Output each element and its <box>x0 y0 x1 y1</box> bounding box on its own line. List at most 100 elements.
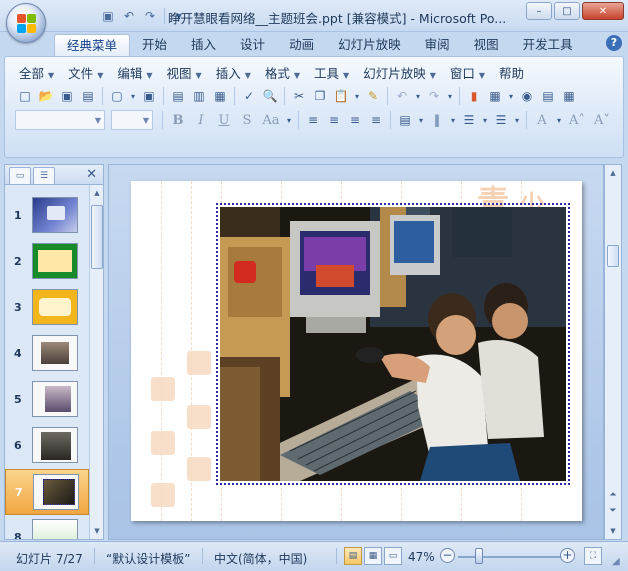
open-icon[interactable]: 📂 <box>36 86 56 106</box>
chevron-down-icon[interactable]: ▾ <box>284 110 294 130</box>
menu-insert[interactable]: 插入 ▼ <box>212 63 261 82</box>
slide-thumbnail-7[interactable]: 7 <box>5 469 89 515</box>
align-right-icon[interactable]: ≡ <box>345 110 365 130</box>
tab-developer[interactable]: 开发工具 <box>511 34 585 56</box>
redo-icon[interactable]: ↷ <box>424 86 444 106</box>
tab-home[interactable]: 开始 <box>130 34 179 56</box>
print-icon[interactable]: ▤ <box>168 86 188 106</box>
menu-tools[interactable]: 工具 ▼ <box>310 63 359 82</box>
tab-outline[interactable]: ☰ <box>33 167 55 184</box>
scroll-down-icon[interactable]: ▼ <box>91 525 103 537</box>
menu-edit[interactable]: 编辑 ▼ <box>113 63 162 82</box>
chevron-down-icon[interactable]: ▾ <box>445 86 455 106</box>
tab-classic-menu[interactable]: 经典菜单 <box>54 34 131 56</box>
email-icon[interactable]: ▢ <box>107 86 127 106</box>
bold-button[interactable]: B <box>167 110 189 130</box>
next-slide-icon[interactable]: ⏷ <box>607 505 619 517</box>
help-icon[interactable]: ? <box>606 35 622 51</box>
scrollbar-thumb[interactable] <box>91 205 103 269</box>
slide-thumbnail-1[interactable]: 1 <box>5 193 89 239</box>
tab-insert[interactable]: 插入 <box>179 34 228 56</box>
chevron-down-icon[interactable]: ▾ <box>512 110 522 130</box>
save-icon[interactable]: ▣ <box>57 86 77 106</box>
zoom-out-icon[interactable]: − <box>440 548 455 563</box>
tab-slides[interactable]: ▭ <box>9 167 31 184</box>
menu-format[interactable]: 格式 ▼ <box>261 63 310 82</box>
zoom-slider-thumb[interactable] <box>475 548 484 564</box>
slide-thumbnail-5[interactable]: 5 <box>5 377 89 423</box>
menu-view[interactable]: 视图 ▼ <box>163 63 212 82</box>
columns-icon[interactable]: ‖ <box>427 110 447 130</box>
shrink-font-button[interactable]: A˅ <box>590 110 614 130</box>
print-preview-icon[interactable]: ▥ <box>189 86 209 106</box>
slide-thumbnail-8[interactable]: 8 <box>5 515 89 539</box>
align-center-icon[interactable]: ≡ <box>324 110 344 130</box>
previous-slide-icon[interactable]: ⏶ <box>607 489 619 501</box>
bullets-icon[interactable]: ☰ <box>491 110 511 130</box>
new-icon[interactable]: □ <box>15 86 35 106</box>
chevron-down-icon[interactable]: ▾ <box>480 110 490 130</box>
zoom-slider-track[interactable] <box>458 556 562 558</box>
permission-icon[interactable]: ▤ <box>78 86 98 106</box>
format-painter-icon[interactable]: ✎ <box>363 86 383 106</box>
normal-view-icon[interactable]: ▤ <box>344 547 362 565</box>
chevron-down-icon[interactable]: ▾ <box>352 86 362 106</box>
zoom-level[interactable]: 47% <box>408 550 435 564</box>
cut-icon[interactable]: ✂ <box>289 86 309 106</box>
justify-icon[interactable]: ≡ <box>366 110 386 130</box>
scroll-up-icon[interactable]: ▲ <box>91 187 103 199</box>
italic-button[interactable]: I <box>190 110 212 130</box>
chevron-down-icon[interactable]: ▾ <box>128 86 138 106</box>
publish-icon[interactable]: ▣ <box>139 86 159 106</box>
table-icon[interactable]: ▦ <box>485 86 505 106</box>
menu-slideshow[interactable]: 幻灯片放映 ▼ <box>359 63 446 82</box>
slide-layout-icon[interactable]: ▤ <box>538 86 558 106</box>
chevron-down-icon[interactable]: ▾ <box>554 110 564 130</box>
language-indicator[interactable]: 中文(简体，中国) <box>214 550 307 567</box>
chevron-down-icon[interactable]: ▾ <box>506 86 516 106</box>
menu-window[interactable]: 窗口 ▼ <box>446 63 495 82</box>
fit-to-window-icon[interactable]: ⛶ <box>584 547 602 565</box>
save-icon[interactable]: ▣ <box>99 7 117 25</box>
photo-selection[interactable] <box>216 203 570 485</box>
tab-design[interactable]: 设计 <box>228 34 277 56</box>
office-button[interactable] <box>6 3 46 43</box>
paste-icon[interactable]: 📋 <box>331 86 351 106</box>
align-left-icon[interactable]: ≡ <box>303 110 323 130</box>
slide-sorter-icon[interactable]: ▦ <box>364 547 382 565</box>
font-size-dropdown[interactable]: ▼ <box>111 110 153 130</box>
tab-view[interactable]: 视图 <box>462 34 511 56</box>
maximize-button[interactable]: □ <box>554 2 580 20</box>
color-grayscale-icon[interactable]: ◉ <box>517 86 537 106</box>
redo-icon[interactable]: ↷ <box>141 7 159 25</box>
tab-review[interactable]: 审阅 <box>413 34 462 56</box>
slide-thumbnail-4[interactable]: 4 <box>5 331 89 377</box>
copy-icon[interactable]: ❐ <box>310 86 330 106</box>
minimize-button[interactable]: – <box>526 2 552 20</box>
tab-animation[interactable]: 动画 <box>277 34 326 56</box>
scroll-down-icon[interactable]: ▼ <box>607 525 619 537</box>
slide-design-icon[interactable]: ▦ <box>559 86 579 106</box>
research-icon[interactable]: 🔍 <box>260 86 280 106</box>
slide-thumbnail-2[interactable]: 2 <box>5 239 89 285</box>
strikethrough-button[interactable]: S <box>236 110 258 130</box>
undo-icon[interactable]: ↶ <box>392 86 412 106</box>
slide-canvas[interactable]: 青 少 <box>131 181 582 521</box>
chevron-down-icon[interactable]: ▾ <box>448 110 458 130</box>
font-color-button[interactable]: A <box>531 110 553 130</box>
thumbnail-scrollbar[interactable]: ▲ ▼ <box>89 185 103 539</box>
menu-file[interactable]: 文件 ▼ <box>64 63 113 82</box>
slide-thumbnail-6[interactable]: 6 <box>5 423 89 469</box>
slide-scrollbar[interactable]: ▲ ⏶ ⏷ ▼ <box>604 164 622 540</box>
font-name-dropdown[interactable]: ▼ <box>15 110 105 130</box>
chevron-down-icon[interactable]: ▾ <box>413 86 423 106</box>
scroll-up-icon[interactable]: ▲ <box>607 167 619 179</box>
spelling-icon[interactable]: ✓ <box>239 86 259 106</box>
text-direction-icon[interactable]: ▤ <box>395 110 415 130</box>
design-template[interactable]: “默认设计模板” <box>106 550 190 567</box>
slideshow-view-icon[interactable]: ▭ <box>384 547 402 565</box>
chevron-down-icon[interactable]: ▾ <box>416 110 426 130</box>
scrollbar-thumb[interactable] <box>607 245 619 267</box>
underline-button[interactable]: U <box>213 110 235 130</box>
zoom-in-icon[interactable]: + <box>560 548 575 563</box>
